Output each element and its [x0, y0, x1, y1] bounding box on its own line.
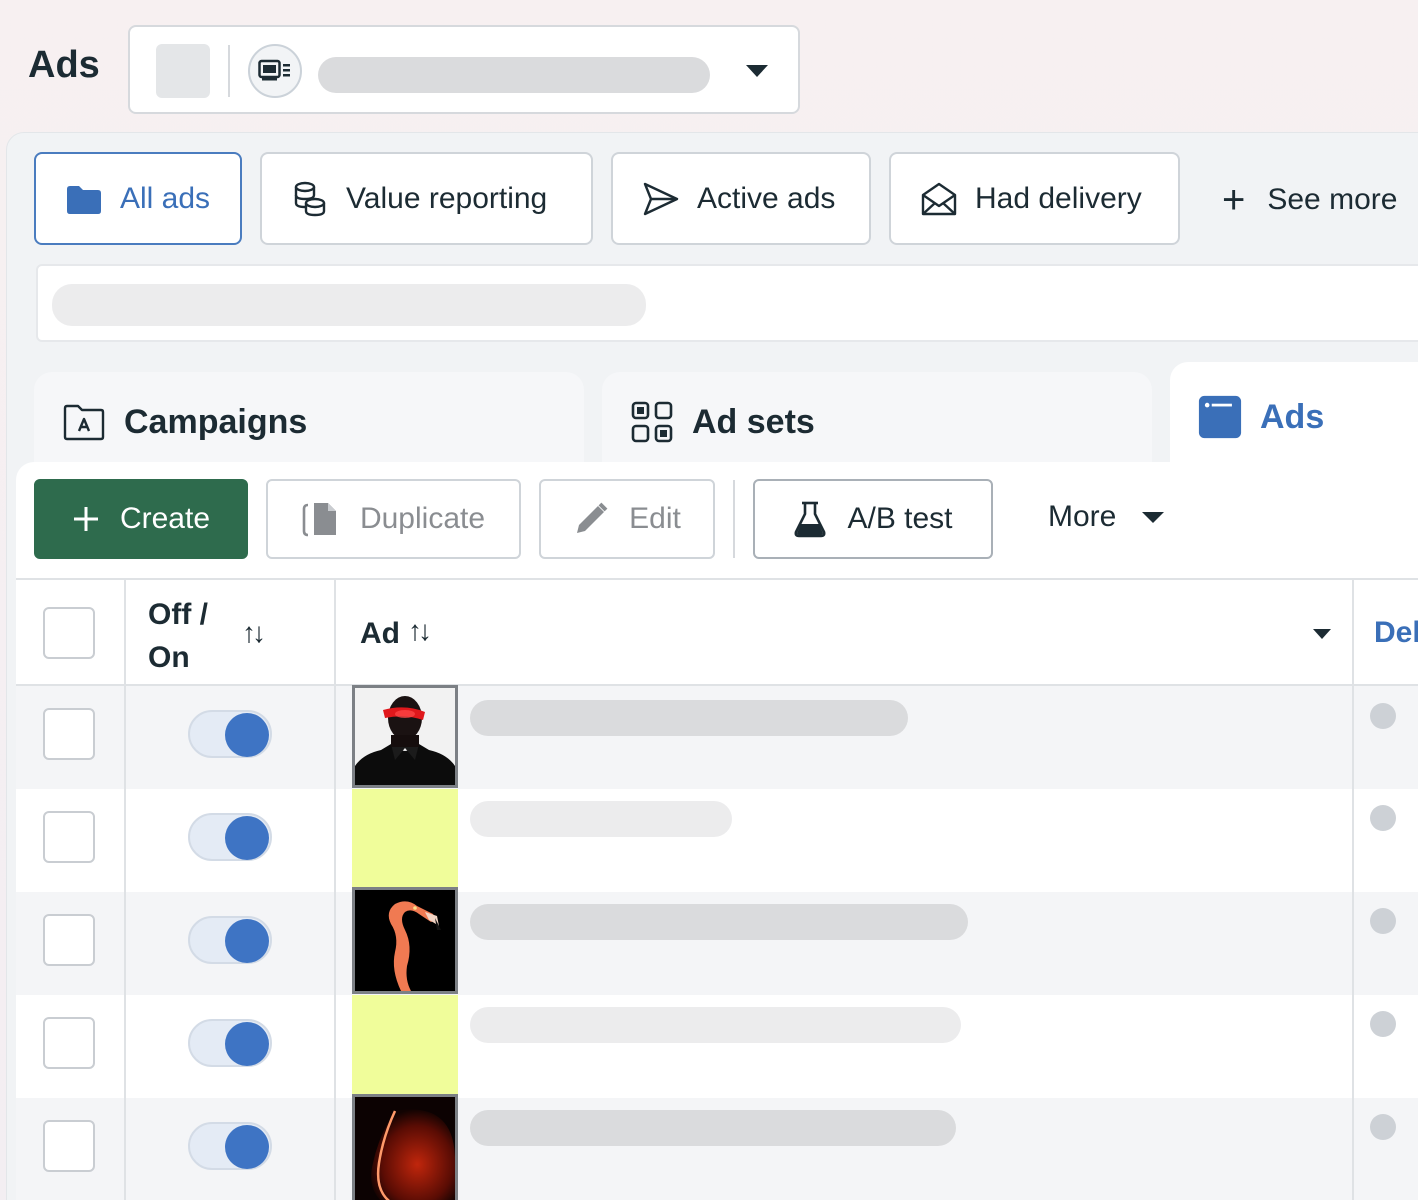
view-value-reporting[interactable]: Value reporting [260, 152, 593, 245]
delivery-status-dot [1370, 703, 1396, 729]
delivery-status-dot [1370, 805, 1396, 831]
row-checkbox[interactable] [43, 914, 95, 966]
toggle-knob [225, 1022, 269, 1066]
campaign-folder-icon [62, 400, 106, 444]
ad-on-off-toggle[interactable] [188, 813, 272, 861]
tab-ads[interactable]: Ads [1170, 362, 1418, 472]
ad-thumbnail-placeholder[interactable] [352, 995, 458, 1098]
tab-label: Ads [1260, 397, 1325, 436]
pencil-icon [573, 501, 609, 537]
off-on-header-line1: Off / [148, 598, 208, 631]
ad-name-placeholder[interactable] [470, 801, 732, 837]
row-checkbox[interactable] [43, 811, 95, 863]
edit-label: Edit [629, 502, 681, 535]
view-active-ads[interactable]: Active ads [611, 152, 871, 245]
row-checkbox[interactable] [43, 708, 95, 760]
column-menu-caret-icon[interactable] [1313, 629, 1331, 639]
delivery-status-dot [1370, 1011, 1396, 1037]
ad-thumbnail-flamingo[interactable] [352, 887, 458, 994]
tab-campaigns[interactable]: Campaigns [34, 372, 584, 472]
ad-account-picker[interactable] [128, 25, 800, 114]
column-divider [334, 578, 336, 1200]
create-button[interactable]: Create [34, 479, 248, 559]
page-title: Ads [28, 44, 100, 86]
more-label: More [1048, 500, 1117, 533]
search-placeholder [52, 284, 646, 326]
duplicate-button[interactable]: Duplicate [266, 479, 521, 559]
delivery-status-dot [1370, 1114, 1396, 1140]
picker-divider [228, 45, 230, 97]
column-divider [1352, 578, 1354, 1200]
ab-test-button[interactable]: A/B test [753, 479, 993, 559]
off-on-header-line2: On [148, 641, 190, 674]
sort-icon[interactable]: ↑↓ [242, 617, 266, 649]
ad-thumbnail-placeholder[interactable] [352, 789, 458, 892]
ad-account-icon [248, 44, 302, 98]
ad-name-placeholder[interactable] [470, 700, 908, 736]
plus-icon [72, 505, 100, 533]
ad-on-off-toggle[interactable] [188, 1019, 272, 1067]
tab-ad-sets[interactable]: Ad sets [602, 372, 1152, 472]
view-all-ads[interactable]: All ads [34, 152, 242, 245]
plus-icon: + [1222, 177, 1246, 222]
toggle-knob [225, 919, 269, 963]
ad-on-off-toggle[interactable] [188, 1122, 272, 1170]
view-label: All ads [120, 181, 211, 215]
view-label: Value reporting [346, 181, 548, 215]
account-name-placeholder [318, 57, 710, 93]
ab-test-label: A/B test [847, 502, 953, 535]
more-button[interactable]: More [1048, 500, 1165, 534]
toolbar-divider [733, 480, 735, 558]
flask-icon [793, 500, 827, 538]
caret-down-icon [1142, 511, 1165, 523]
row-checkbox[interactable] [43, 1120, 95, 1172]
view-had-delivery[interactable]: Had delivery [889, 152, 1180, 245]
ad-thumbnail-red-sphere[interactable] [352, 1094, 458, 1200]
ad-thumbnail-person[interactable] [352, 685, 458, 788]
coins-stack-icon [290, 179, 330, 219]
see-more-button[interactable]: + See more [1222, 170, 1397, 230]
ad-name-placeholder[interactable] [470, 904, 968, 940]
sort-icon[interactable]: ↑↓ [408, 615, 432, 647]
ad-window-icon [1198, 395, 1242, 439]
view-label: Active ads [697, 181, 836, 215]
toggle-knob [225, 816, 269, 860]
delivery-header[interactable]: Del [1374, 616, 1418, 650]
duplicate-label: Duplicate [359, 502, 486, 535]
see-more-label: See more [1267, 183, 1398, 216]
chevron-down-icon [746, 65, 768, 77]
edit-button[interactable]: Edit [539, 479, 715, 559]
account-avatar [156, 44, 210, 98]
tab-label: Ad sets [692, 402, 815, 441]
ad-name-header[interactable]: Ad [360, 617, 400, 651]
grid-squares-icon [630, 400, 674, 444]
folder-icon [64, 179, 104, 219]
row-checkbox[interactable] [43, 1017, 95, 1069]
create-label: Create [119, 502, 211, 535]
send-icon [641, 179, 681, 219]
column-divider [124, 578, 126, 1200]
tab-label: Campaigns [124, 402, 308, 441]
filter-search-bar[interactable] [36, 264, 1418, 342]
ad-name-placeholder[interactable] [470, 1110, 956, 1146]
ad-on-off-toggle[interactable] [188, 916, 272, 964]
ad-on-off-toggle[interactable] [188, 710, 272, 758]
duplicate-icon [302, 501, 340, 537]
view-label: Had delivery [975, 181, 1142, 215]
open-envelope-icon [919, 179, 959, 219]
toggle-knob [225, 1125, 269, 1169]
select-all-checkbox[interactable] [43, 607, 95, 659]
toggle-knob [225, 713, 269, 757]
delivery-status-dot [1370, 908, 1396, 934]
table-header [16, 578, 1418, 686]
ad-name-placeholder[interactable] [470, 1007, 961, 1043]
